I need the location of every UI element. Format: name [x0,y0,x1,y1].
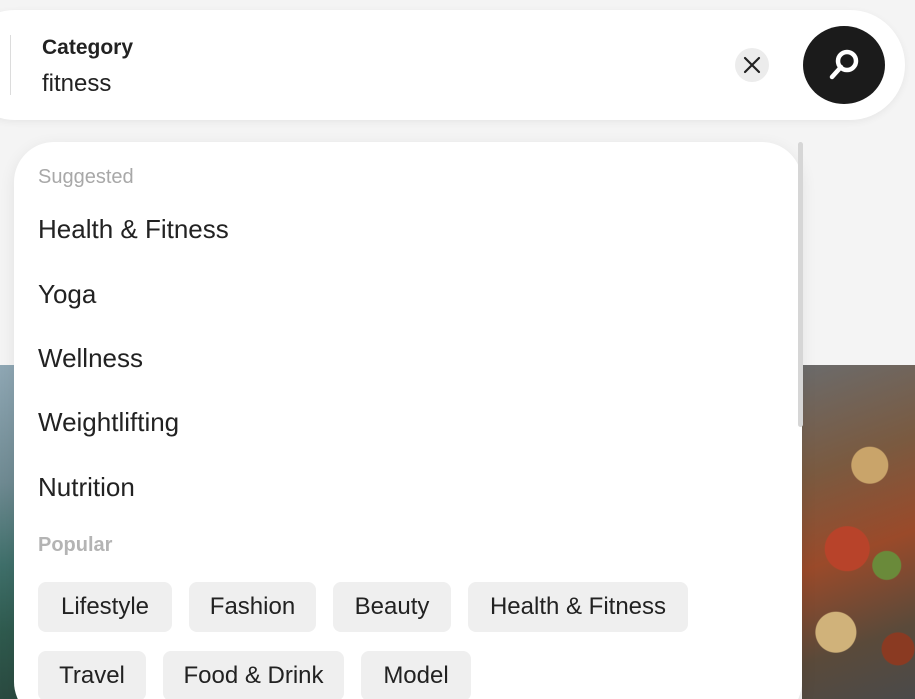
dropdown-scrollbar[interactable] [798,142,803,427]
suggestion-yoga[interactable]: Yoga [38,279,96,310]
background-photo-food [802,365,915,699]
search-bar [0,10,905,120]
chip-lifestyle[interactable]: Lifestyle [38,582,172,632]
suggestion-health-fitness[interactable]: Health & Fitness [38,214,229,245]
chip-travel[interactable]: Travel [38,651,146,699]
search-divider [10,35,11,95]
suggestion-weightlifting[interactable]: Weightlifting [38,407,179,438]
search-button[interactable] [803,26,885,104]
page: Category fitness Suggested Health & Fitn… [0,0,915,699]
chip-model[interactable]: Model [361,651,471,699]
chip-beauty[interactable]: Beauty [333,582,451,632]
suggestion-wellness[interactable]: Wellness [38,343,143,374]
suggested-heading: Suggested [38,166,134,188]
close-icon [743,56,761,74]
search-icon [829,49,859,80]
suggestion-nutrition[interactable]: Nutrition [38,472,135,503]
chip-food-drink[interactable]: Food & Drink [163,651,344,699]
category-field-label: Category [42,36,134,59]
clear-button[interactable] [735,48,769,82]
chip-fashion[interactable]: Fashion [189,582,316,632]
category-input[interactable]: fitness [42,70,111,98]
chip-health-fitness[interactable]: Health & Fitness [468,582,688,632]
popular-heading: Popular [38,534,113,556]
